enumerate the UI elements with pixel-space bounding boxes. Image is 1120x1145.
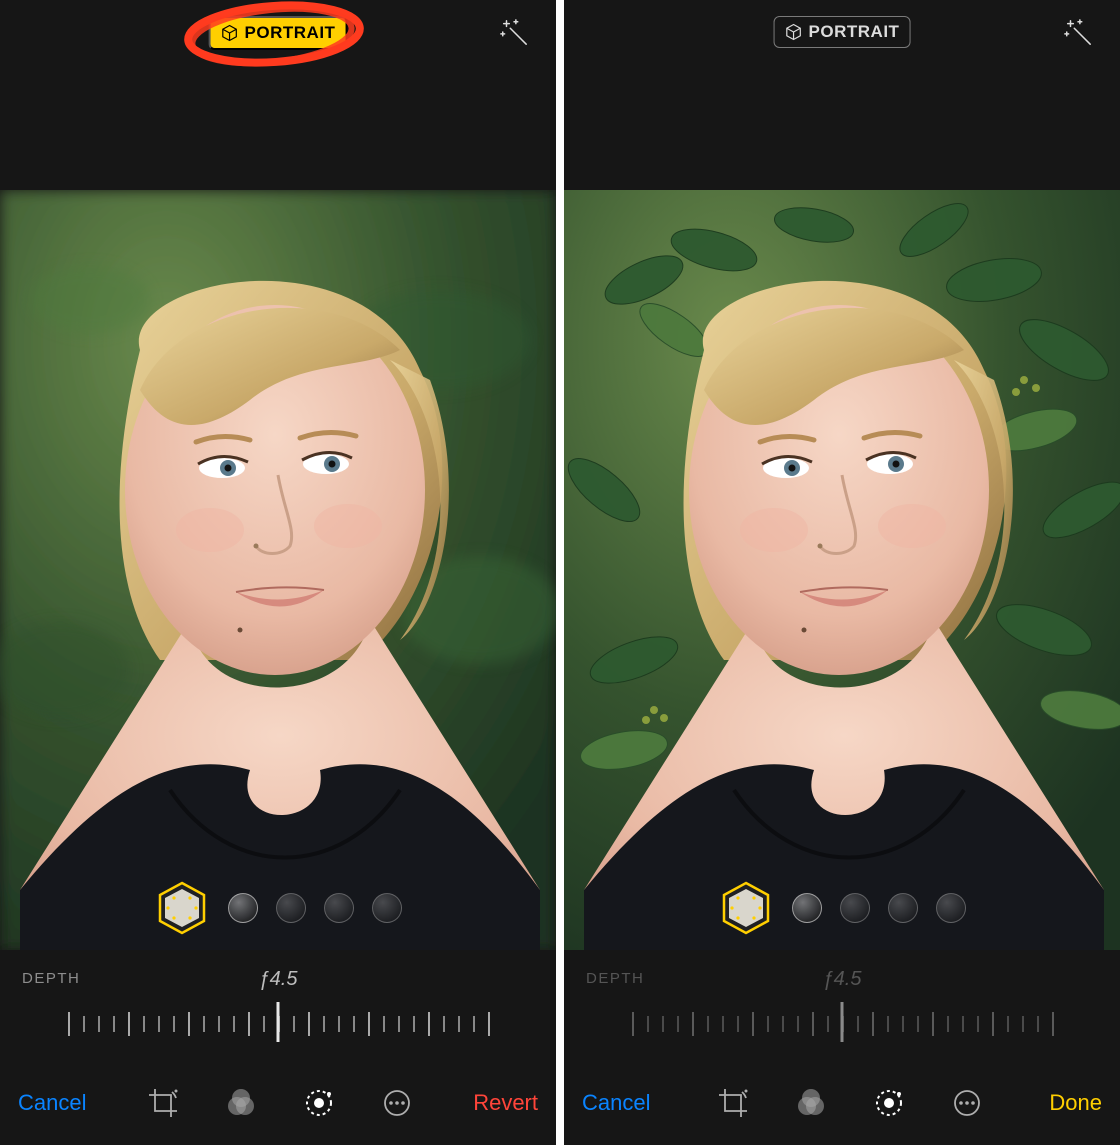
lighting-natural-icon[interactable] [718,880,774,936]
auto-enhance-wand-icon[interactable] [1063,17,1093,47]
cancel-button[interactable]: Cancel [18,1090,86,1116]
bottom-toolbar: Cancel Done [564,1060,1120,1145]
lighting-option-icon[interactable] [888,893,918,923]
more-icon[interactable] [950,1086,984,1120]
portrait-toggle[interactable]: PORTRAIT [209,16,348,50]
portrait-label: PORTRAIT [809,22,900,42]
topbar: PORTRAIT [0,0,556,190]
filters-icon[interactable] [224,1086,258,1120]
portrait-toggle[interactable]: PORTRAIT [774,16,911,48]
portrait-label: PORTRAIT [245,23,336,43]
topbar: PORTRAIT [564,0,1120,190]
lighting-option-icon[interactable] [792,893,822,923]
lighting-option-icon[interactable] [228,893,258,923]
portrait-lighting-strip[interactable] [0,878,556,938]
bottom-toolbar: Cancel Revert [0,1060,556,1145]
cube-icon [785,23,803,41]
depth-label: DEPTH [586,970,644,987]
photo-content [564,190,1120,950]
depth-slider[interactable] [68,1006,488,1046]
lighting-option-icon[interactable] [372,893,402,923]
revert-button[interactable]: Revert [473,1090,538,1116]
depth-value: ƒ4.5 [823,968,862,991]
lighting-option-icon[interactable] [840,893,870,923]
photo-preview[interactable] [0,190,556,950]
adjust-icon[interactable] [872,1086,906,1120]
auto-enhance-wand-icon[interactable] [499,17,529,47]
lighting-option-icon[interactable] [936,893,966,923]
done-button[interactable]: Done [1049,1090,1102,1116]
portrait-lighting-strip[interactable] [564,878,1120,938]
lighting-natural-icon[interactable] [154,880,210,936]
cube-icon [221,24,239,42]
depth-control[interactable]: DEPTH ƒ4.5 [0,950,556,1060]
cancel-button[interactable]: Cancel [582,1090,650,1116]
crop-icon[interactable] [716,1086,750,1120]
lighting-option-icon[interactable] [276,893,306,923]
photo-preview[interactable] [564,190,1120,950]
depth-value: ƒ4.5 [259,968,298,991]
panel-divider [556,0,564,1145]
lighting-option-icon[interactable] [324,893,354,923]
depth-slider [632,1006,1052,1046]
adjust-icon[interactable] [302,1086,336,1120]
crop-icon[interactable] [146,1086,180,1120]
editor-panel-left: PORTRAIT [0,0,556,1145]
depth-label: DEPTH [22,970,80,987]
depth-control: DEPTH ƒ4.5 [564,950,1120,1060]
filters-icon[interactable] [794,1086,828,1120]
photo-content [0,190,556,950]
editor-panel-right: PORTRAIT [564,0,1120,1145]
more-icon[interactable] [380,1086,414,1120]
